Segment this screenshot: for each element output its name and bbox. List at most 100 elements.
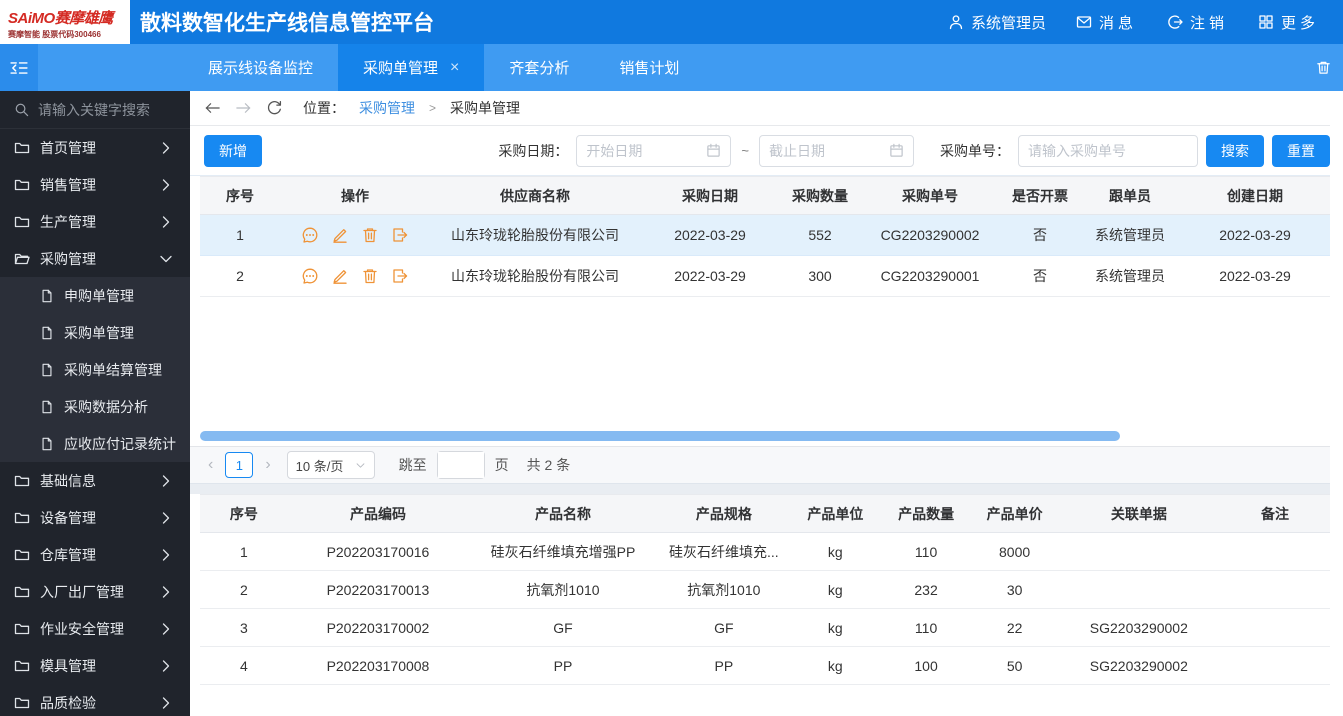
sidebar-item-作业安全管理[interactable]: 作业安全管理 — [0, 610, 190, 647]
sidebar: 首页管理销售管理生产管理采购管理申购单管理采购单管理采购单结算管理采购数据分析应… — [0, 91, 190, 716]
tab-齐套分析[interactable]: 齐套分析 — [484, 44, 594, 91]
tab-采购单管理[interactable]: 采购单管理 × — [338, 44, 485, 91]
jump-page-field[interactable] — [436, 451, 485, 479]
sidebar-item-基础信息[interactable]: 基础信息 — [0, 462, 190, 499]
jump-page-input[interactable] — [437, 452, 484, 478]
sidebar-item-首页管理[interactable]: 首页管理 — [0, 129, 190, 166]
horizontal-scrollbar[interactable] — [200, 431, 1330, 441]
delete-icon[interactable] — [361, 267, 379, 285]
cell-invoiced: 否 — [1000, 214, 1080, 256]
sidebar-subitem-label: 采购单结算管理 — [64, 361, 162, 378]
page-size-select[interactable]: 10 条/页 — [286, 451, 375, 479]
top-header: SAiMO赛摩雄鹰 赛摩智能 股票代码300466 散料数智化生产线信息管控平台… — [0, 0, 1343, 44]
end-date-input[interactable] — [769, 142, 883, 159]
sidebar-item-销售管理[interactable]: 销售管理 — [0, 166, 190, 203]
sidebar-item-label: 生产管理 — [40, 213, 96, 230]
header-nav-label: 系统管理员 — [970, 14, 1046, 32]
export-icon[interactable] — [391, 267, 409, 285]
breadcrumb-parent-link[interactable]: 采购管理 — [359, 98, 415, 118]
cell: 110 — [880, 532, 972, 571]
sidebar-item-生产管理[interactable]: 生产管理 — [0, 203, 190, 240]
sidebar-item-入厂出厂管理[interactable]: 入厂出厂管理 — [0, 573, 190, 610]
folder-icon — [14, 473, 30, 489]
sidebar-subitem-应收应付记录统计[interactable]: 应收应付记录统计 — [0, 425, 190, 462]
header-nav: 系统管理员 消息 注销 更多 — [948, 12, 1343, 33]
chevron-right-icon — [158, 584, 174, 600]
export-icon[interactable] — [391, 226, 409, 244]
sidebar-collapse-button[interactable] — [0, 44, 38, 91]
sidebar-search-input[interactable] — [38, 101, 168, 118]
panel-separator — [190, 484, 1330, 494]
sidebar-subitem-采购单管理[interactable]: 采购单管理 — [0, 314, 190, 351]
delete-icon[interactable] — [361, 226, 379, 244]
scrollbar-thumb[interactable] — [200, 431, 1120, 441]
folder-icon — [14, 177, 30, 193]
breadcrumb-bar: 位置： 采购管理 > 采购单管理 — [190, 91, 1330, 126]
cell: 100 — [880, 646, 972, 685]
cell: 抗氧剂1010 — [468, 570, 658, 609]
start-date-input[interactable] — [586, 142, 701, 159]
sidebar-subitem-采购单结算管理[interactable]: 采购单结算管理 — [0, 351, 190, 388]
products-table-row[interactable]: 4 P202203170008 PP PP kg 100 50 SG2203290002 — [200, 646, 1330, 685]
products-table-row[interactable]: 2 P202203170013 抗氧剂1010 抗氧剂1010 kg 232 30 — [200, 570, 1330, 609]
sidebar-item-仓库管理[interactable]: 仓库管理 — [0, 536, 190, 573]
header-nav-grid[interactable]: 更多 — [1258, 12, 1319, 33]
page-number-button[interactable]: 1 — [225, 452, 254, 478]
orders-table-row[interactable]: 1 山东玲珑轮胎股份有限公司 2022-03-29 552 CG2203290002 否系… — [200, 214, 1330, 256]
cell: PP — [657, 646, 790, 685]
column-header: 跟单员 — [1080, 176, 1180, 215]
forward-icon[interactable] — [235, 100, 252, 116]
tab-销售计划[interactable]: 销售计划 — [594, 44, 704, 91]
back-icon[interactable] — [204, 100, 221, 116]
cell: 110 — [880, 608, 972, 647]
edit-icon[interactable] — [331, 267, 349, 285]
column-header: 产品规格 — [657, 494, 790, 533]
edit-icon[interactable] — [331, 226, 349, 244]
tab-展示线设备监控[interactable]: 展示线设备监控 — [183, 44, 338, 91]
cell-supplier: 山东玲珑轮胎股份有限公司 — [430, 255, 640, 297]
comment-icon[interactable] — [301, 267, 319, 285]
cell-seq: 2 — [200, 255, 280, 297]
date-range-label: 采购日期： — [498, 142, 569, 159]
page-suffix-label: 页 — [494, 457, 509, 473]
header-nav-logout[interactable]: 注销 — [1167, 12, 1228, 33]
search-button[interactable]: 搜索 — [1206, 134, 1264, 167]
refresh-icon[interactable] — [266, 100, 283, 116]
cell: P202203170008 — [287, 646, 469, 685]
sidebar-item-模具管理[interactable]: 模具管理 — [0, 647, 190, 684]
orders-table-row[interactable]: 2 山东玲珑轮胎股份有限公司 2022-03-29 300 CG2203290001 否系… — [200, 255, 1330, 297]
sidebar-search[interactable] — [0, 91, 190, 129]
sidebar-item-采购管理[interactable]: 采购管理 — [0, 240, 190, 277]
products-table-row[interactable]: 3 P202203170002 GF GF kg 110 22 SG2203290002 — [200, 608, 1330, 647]
prev-page-icon[interactable]: ‹ — [206, 456, 215, 474]
header-nav-label: 注销 — [1189, 14, 1228, 32]
comment-icon[interactable] — [301, 226, 319, 244]
reset-button[interactable]: 重置 — [1272, 134, 1330, 167]
sidebar-item-设备管理[interactable]: 设备管理 — [0, 499, 190, 536]
cell: 硅灰石纤维填充... — [657, 532, 790, 571]
products-table-row[interactable]: 1 P202203170016 硅灰石纤维填充增强PP 硅灰石纤维填充... kg 110… — [200, 532, 1330, 571]
add-button[interactable]: 新增 — [204, 134, 262, 167]
start-date-field[interactable] — [576, 134, 732, 167]
next-page-icon[interactable]: › — [263, 456, 272, 474]
header-nav-mail[interactable]: 消息 — [1076, 12, 1137, 33]
sidebar-subitem-采购数据分析[interactable]: 采购数据分析 — [0, 388, 190, 425]
order-no-input[interactable] — [1028, 142, 1188, 159]
sidebar-subitem-label: 申购单管理 — [64, 287, 134, 304]
clear-tabs-button[interactable] — [1316, 44, 1331, 91]
order-no-field[interactable] — [1018, 134, 1198, 167]
logout-icon — [1167, 14, 1183, 30]
breadcrumb-prefix: 位置： — [303, 100, 345, 116]
chevron-right-icon — [158, 177, 174, 193]
content-area: 位置： 采购管理 > 采购单管理 新增 采购日期： ~ 采购单号： — [190, 91, 1343, 716]
brand-subtitle: 赛摩智能 股票代码300466 — [8, 29, 101, 39]
sidebar-item-品质检验[interactable]: 品质检验 — [0, 684, 190, 716]
header-nav-user[interactable]: 系统管理员 — [948, 12, 1046, 33]
calendar-icon — [706, 143, 721, 158]
sidebar-subitem-申购单管理[interactable]: 申购单管理 — [0, 277, 190, 314]
column-header: 采购数量 — [780, 176, 860, 215]
cell-order-no: CG2203290001 — [860, 255, 1000, 297]
cell: SG2203290002 — [1057, 608, 1220, 647]
tab-close-icon[interactable]: × — [450, 59, 459, 76]
end-date-field[interactable] — [759, 134, 914, 167]
